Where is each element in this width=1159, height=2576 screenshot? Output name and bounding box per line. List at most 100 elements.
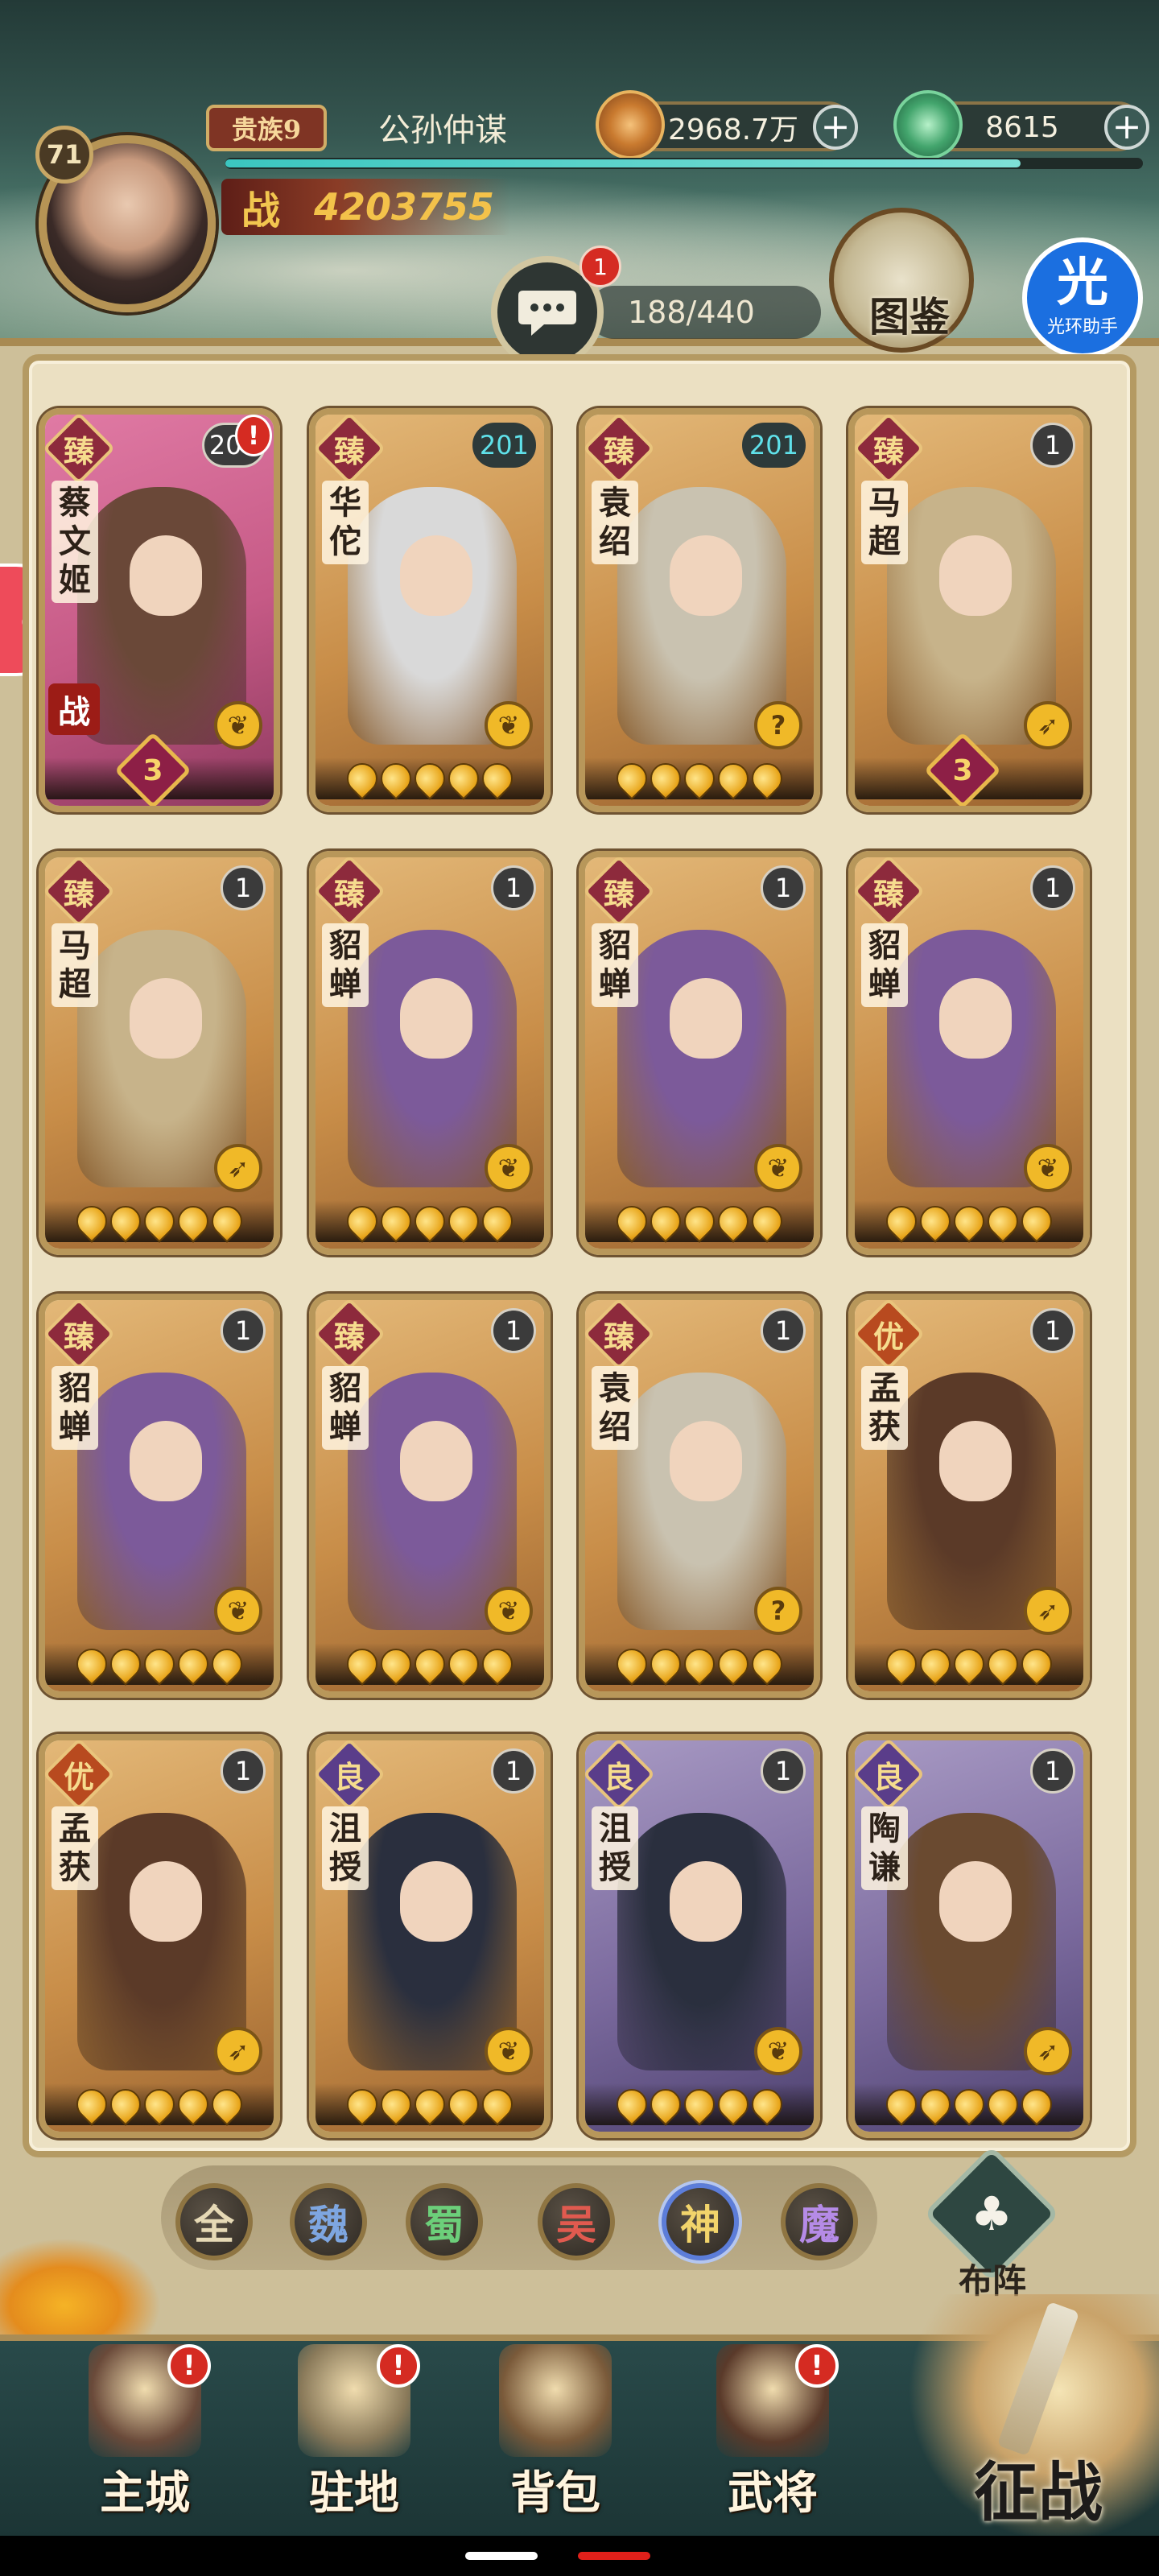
hero-face (939, 1421, 1012, 1501)
flame-star-icon (981, 1642, 1025, 1686)
hero-level-badge: 1 (1030, 865, 1075, 910)
flame-star-icon (374, 1642, 418, 1686)
nav-item-label: 驻地 (309, 2466, 399, 2520)
add-jade-button[interactable]: + (1104, 105, 1149, 150)
flame-star-icon (374, 1199, 418, 1243)
hero-portrait (348, 487, 517, 745)
player-name: 公孙仲谋 (378, 112, 507, 149)
faction-filter-button[interactable]: 魔 (781, 2183, 858, 2260)
bottom-nav-item[interactable]: 背包 (467, 2344, 644, 2529)
flame-star-icon (138, 1199, 181, 1243)
hero-portrait (348, 1373, 517, 1630)
faction-filter-button[interactable]: 吴 (538, 2183, 615, 2260)
flame-star-icon (745, 1642, 789, 1686)
hero-portrait (617, 930, 786, 1187)
hero-face (939, 978, 1012, 1059)
hero-level-badge: 1 (1030, 1308, 1075, 1353)
grade-badge-text: 臻 (63, 1318, 94, 1355)
hero-face (400, 1861, 472, 1942)
jade-value: 8615 (985, 110, 1059, 144)
flame-star-icon (442, 757, 485, 800)
nav-item-label: 武将 (728, 2466, 818, 2520)
flame-star-icon (408, 1642, 452, 1686)
hero-class-icon: ❦ (485, 701, 533, 749)
hero-card[interactable]: 臻貂蝉 1 ❦ (848, 851, 1090, 1255)
hero-card[interactable]: 良沮授 1 ❦ (579, 1734, 820, 2138)
flame-star-icon (644, 2083, 687, 2126)
leaf-decoration (0, 2238, 161, 2351)
hero-level-badge: 1 (761, 865, 806, 910)
flame-star-icon (914, 1642, 957, 1686)
flame-star-icon (678, 2083, 721, 2126)
grade-badge-text: 臻 (603, 1318, 634, 1355)
hero-card[interactable]: 臻袁绍 201? (579, 408, 820, 812)
hero-card[interactable]: 臻貂蝉 1 ❦ (39, 1294, 280, 1698)
flame-star-icon (610, 757, 654, 800)
flame-star-icon (644, 757, 687, 800)
hero-level-badge: 1 (761, 1308, 806, 1353)
bottom-nav-item[interactable]: ! 主城 (56, 2344, 233, 2529)
faction-filter-button[interactable]: 神 (662, 2183, 739, 2260)
helper-assistant-button[interactable]: 光 光环助手 (1022, 237, 1143, 358)
grade-badge-text: 良 (333, 1758, 365, 1795)
bottom-nav-item[interactable]: ! 武将 (684, 2344, 861, 2529)
flame-star-icon (70, 2083, 113, 2126)
hero-name: 蔡文姬 (52, 481, 98, 603)
flame-star-icon (947, 2083, 991, 2126)
hero-face (939, 535, 1012, 616)
chat-bubble-icon (518, 291, 576, 336)
system-recents-pill[interactable] (578, 2552, 650, 2560)
hero-card[interactable]: 臻袁绍 1? (579, 1294, 820, 1698)
tier-badge-text: 3 (142, 753, 163, 787)
hero-level-badge: 1 (491, 1308, 536, 1353)
hero-name: 貂蝉 (322, 923, 369, 1007)
flame-star-icon (340, 2083, 384, 2126)
hero-card[interactable]: 臻马超 1 ➶ 3 (848, 408, 1090, 812)
add-coins-button[interactable]: + (813, 105, 858, 150)
hero-portrait (887, 487, 1056, 745)
flame-star-icon (408, 757, 452, 800)
grade-badge-text: 优 (63, 1758, 94, 1795)
flame-star-icon (476, 757, 519, 800)
flame-star-icon (374, 757, 418, 800)
flame-star-icon (711, 757, 755, 800)
hero-name: 华佗 (322, 481, 369, 564)
hero-class-icon: ❦ (754, 2027, 802, 2075)
hero-stars (585, 1642, 814, 1686)
hero-card[interactable]: 臻貂蝉 1 ❦ (579, 851, 820, 1255)
flame-star-icon (70, 1199, 113, 1243)
hero-face (130, 978, 202, 1059)
noble-rank-badge[interactable]: 贵族9 (206, 105, 327, 151)
hero-card[interactable]: 优孟获 1 ➶ (848, 1294, 1090, 1698)
hero-portrait (77, 1373, 246, 1630)
hero-card[interactable]: 臻华佗 201 ❦ (309, 408, 551, 812)
hero-face (130, 535, 202, 616)
hero-card[interactable]: 良沮授 1 ❦ (309, 1734, 551, 2138)
bottom-nav-item[interactable]: ! 驻地 (266, 2344, 443, 2529)
faction-filter-button[interactable]: 魏 (290, 2183, 367, 2260)
roster-capacity: 188/440 (628, 295, 755, 330)
hero-stars (855, 1642, 1083, 1686)
flame-star-icon (914, 1199, 957, 1243)
exp-bar-fill (225, 159, 1021, 167)
hero-card[interactable]: 良陶谦 1 ➶ (848, 1734, 1090, 2138)
flame-star-icon (644, 1199, 687, 1243)
hero-card[interactable]: 优孟获 1 ➶ (39, 1734, 280, 2138)
grade-badge-text: 优 (872, 1318, 904, 1355)
faction-filter-button[interactable]: 全 (175, 2183, 253, 2260)
hero-stars (45, 2083, 274, 2126)
hero-card[interactable]: 臻貂蝉 1 ❦ (309, 851, 551, 1255)
hero-card[interactable]: 臻蔡文姬 201! ❦ 3 战 (39, 408, 280, 812)
flame-star-icon (138, 1642, 181, 1686)
hero-card[interactable]: 臻马超 1 ➶ (39, 851, 280, 1255)
system-home-pill[interactable] (465, 2552, 538, 2560)
faction-filter-button[interactable]: 蜀 (406, 2183, 483, 2260)
hero-class-icon: ❦ (1024, 1144, 1072, 1192)
hero-name: 马超 (52, 923, 98, 1007)
hero-name: 陶谦 (861, 1806, 908, 1890)
hero-card[interactable]: 臻貂蝉 1 ❦ (309, 1294, 551, 1698)
flame-star-icon (340, 757, 384, 800)
hero-stars (585, 1199, 814, 1243)
hero-portrait (348, 1813, 517, 2070)
hero-class-icon: ? (754, 1587, 802, 1635)
